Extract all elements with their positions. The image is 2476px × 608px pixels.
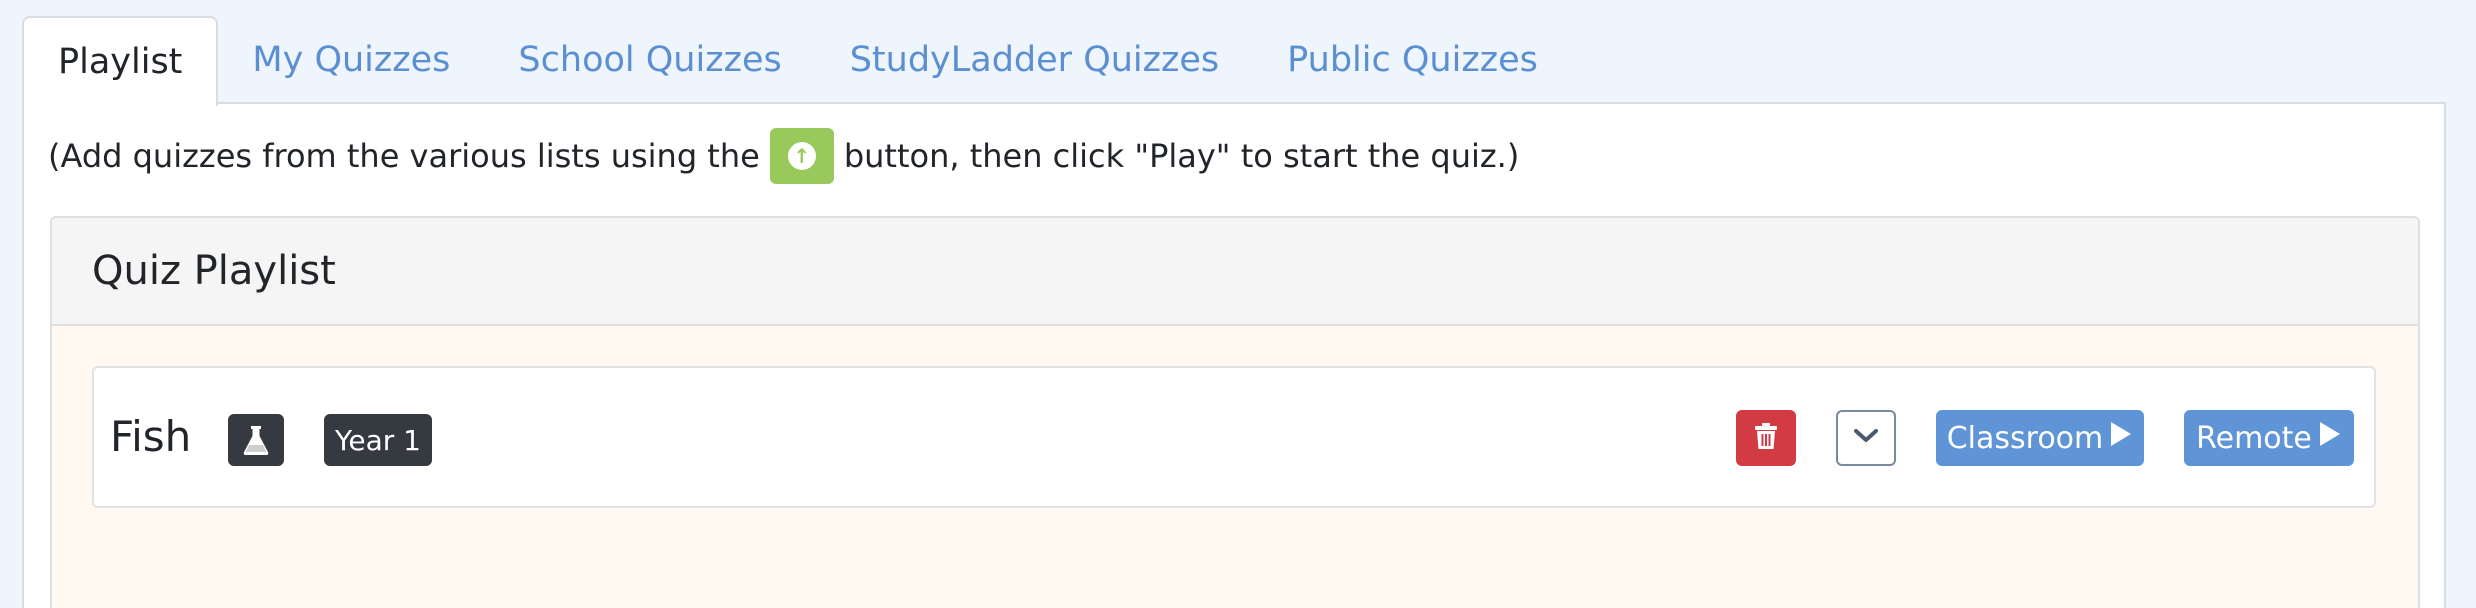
instructions-text-end: button, then click "Play" to start the q… <box>843 137 1520 175</box>
remote-button-label: Remote <box>2196 420 2312 456</box>
quiz-playlist-panel: Quiz Playlist Fish Year 1 Classroom Remo… <box>50 216 2420 608</box>
tab-my-quizzes[interactable]: My Quizzes <box>218 16 484 104</box>
play-icon <box>2318 420 2342 456</box>
tab-studyladder-quizzes[interactable]: StudyLadder Quizzes <box>816 16 1253 104</box>
classroom-play-button[interactable]: Classroom <box>1936 410 2144 466</box>
trash-icon <box>1754 422 1778 454</box>
playlist-item: Fish Year 1 Classroom Remote <box>92 366 2376 508</box>
arrow-up-circle-icon: ↑ <box>787 142 816 170</box>
quiz-title: Fish <box>110 412 192 461</box>
tab-school-quizzes[interactable]: School Quizzes <box>484 16 815 104</box>
add-quiz-example-button: ↑ <box>769 128 834 184</box>
expand-button[interactable] <box>1836 410 1896 466</box>
quiz-playlist-title: Quiz Playlist <box>52 218 2418 326</box>
remote-play-button[interactable]: Remote <box>2184 410 2354 466</box>
delete-button[interactable] <box>1736 410 1796 466</box>
year-badge: Year 1 <box>324 414 432 466</box>
tab-bar: Playlist My Quizzes School Quizzes Study… <box>22 16 1572 106</box>
play-icon <box>2109 420 2133 456</box>
instructions-text: (Add quizzes from the various lists usin… <box>48 128 1519 184</box>
tab-public-quizzes[interactable]: Public Quizzes <box>1253 16 1572 104</box>
tab-playlist[interactable]: Playlist <box>22 16 219 106</box>
classroom-button-label: Classroom <box>1946 420 2104 456</box>
flask-icon <box>228 414 284 466</box>
chevron-down-icon <box>1853 428 1879 448</box>
instructions-text-start: (Add quizzes from the various lists usin… <box>48 137 760 175</box>
tab-content-playlist: (Add quizzes from the various lists usin… <box>22 102 2446 608</box>
